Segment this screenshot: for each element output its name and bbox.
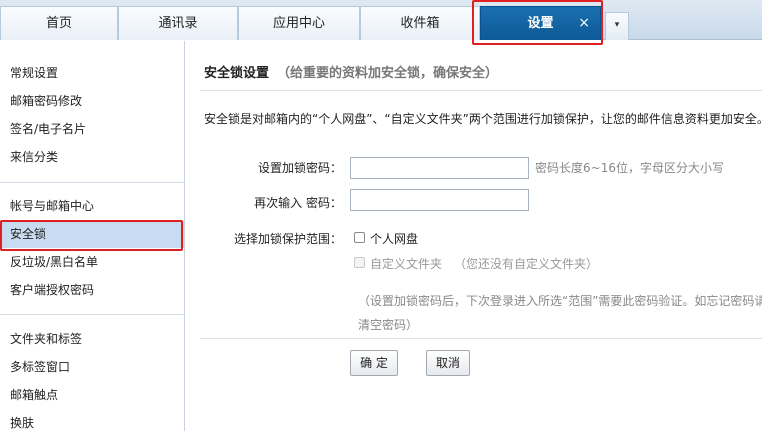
top-tab-bar: 首页 通讯录 应用中心 收件箱 设置 × ▾ [0, 0, 762, 40]
sidebar-item-account-center[interactable]: 帐号与邮箱中心 [0, 193, 184, 220]
sidebar-item-spam[interactable]: 反垃圾/黑白名单 [0, 249, 184, 276]
tab-home[interactable]: 首页 [0, 6, 118, 40]
lock-note: （设置加锁密码后，下次登录进入所选“范围”需要此密码验证。如忘记密码请联 清空密… [358, 289, 762, 337]
tab-contacts-label: 通讯录 [158, 16, 198, 31]
sidebar-item-touchpoint[interactable]: 邮箱触点 [0, 382, 184, 409]
password-hint: 密码长度6~16位，字母区分大小写 [535, 161, 724, 175]
tab-settings[interactable]: 设置 × [480, 6, 601, 40]
tab-contacts[interactable]: 通讯录 [118, 6, 238, 40]
sidebar-item-signature[interactable]: 签名/电子名片 [0, 116, 184, 143]
form-divider [200, 338, 762, 339]
cancel-button[interactable]: 取消 [426, 350, 470, 376]
sidebar-item-password[interactable]: 邮箱密码修改 [0, 88, 184, 115]
confirm-password-field[interactable] [350, 189, 529, 211]
password-label: 设置加锁密码： [257, 161, 342, 175]
page-title: 安全锁设置 （给重要的资料加安全锁，确保安全） [204, 62, 498, 81]
sidebar-divider [0, 314, 184, 315]
personal-disk-label: 个人网盘 [370, 232, 419, 246]
sidebar-item-folders[interactable]: 文件夹和标签 [0, 326, 184, 353]
confirm-button[interactable]: 确 定 [350, 350, 398, 376]
sidebar-item-general[interactable]: 常规设置 [0, 60, 184, 87]
sidebar-divider [0, 182, 184, 183]
close-icon[interactable]: × [578, 7, 590, 40]
sidebar: 常规设置 邮箱密码修改 签名/电子名片 来信分类 帐号与邮箱中心 安全锁 反垃圾… [0, 41, 185, 431]
sidebar-item-security-lock[interactable]: 安全锁 [0, 221, 184, 248]
tab-settings-label: 设置 [527, 16, 554, 31]
tab-inbox-label: 收件箱 [400, 16, 440, 31]
personal-disk-checkbox[interactable] [354, 232, 365, 243]
sidebar-item-client-password[interactable]: 客户端授权密码 [0, 277, 184, 304]
sidebar-item-multi-tab[interactable]: 多标签窗口 [0, 354, 184, 381]
main-panel: 安全锁设置 （给重要的资料加安全锁，确保安全） 安全锁是对邮箱内的“个人网盘”、“… [186, 41, 762, 431]
sidebar-item-mail-filter[interactable]: 来信分类 [0, 144, 184, 171]
page-subtitle: （给重要的资料加安全锁，确保安全） [277, 66, 499, 81]
lock-note-line: 清空密码） [358, 318, 419, 332]
scope-label: 选择加锁保护范围： [233, 232, 342, 246]
lock-note-line: （设置加锁密码后，下次登录进入所选“范围”需要此密码验证。如忘记密码请联 [358, 294, 762, 308]
password-field[interactable] [350, 157, 529, 179]
custom-folder-note: （您还没有自定义文件夹） [454, 257, 599, 271]
tab-home-label: 首页 [45, 16, 72, 31]
sidebar-item-skin[interactable]: 换肤 [0, 410, 184, 431]
title-divider [200, 90, 762, 91]
chevron-down-icon[interactable]: ▾ [605, 12, 629, 40]
page-title-text: 安全锁设置 [204, 66, 270, 81]
tab-app-center[interactable]: 应用中心 [238, 6, 360, 40]
tab-inbox[interactable]: 收件箱 [360, 6, 480, 40]
confirm-password-label: 再次输入 密码： [254, 196, 342, 210]
custom-folder-label: 自定义文件夹 [370, 257, 443, 271]
tab-app-center-label: 应用中心 [272, 16, 325, 31]
custom-folder-checkbox[interactable] [354, 257, 365, 268]
intro-text: 安全锁是对邮箱内的“个人网盘”、“自定义文件夹”两个范围进行加锁保护，让您的邮件… [204, 112, 762, 126]
